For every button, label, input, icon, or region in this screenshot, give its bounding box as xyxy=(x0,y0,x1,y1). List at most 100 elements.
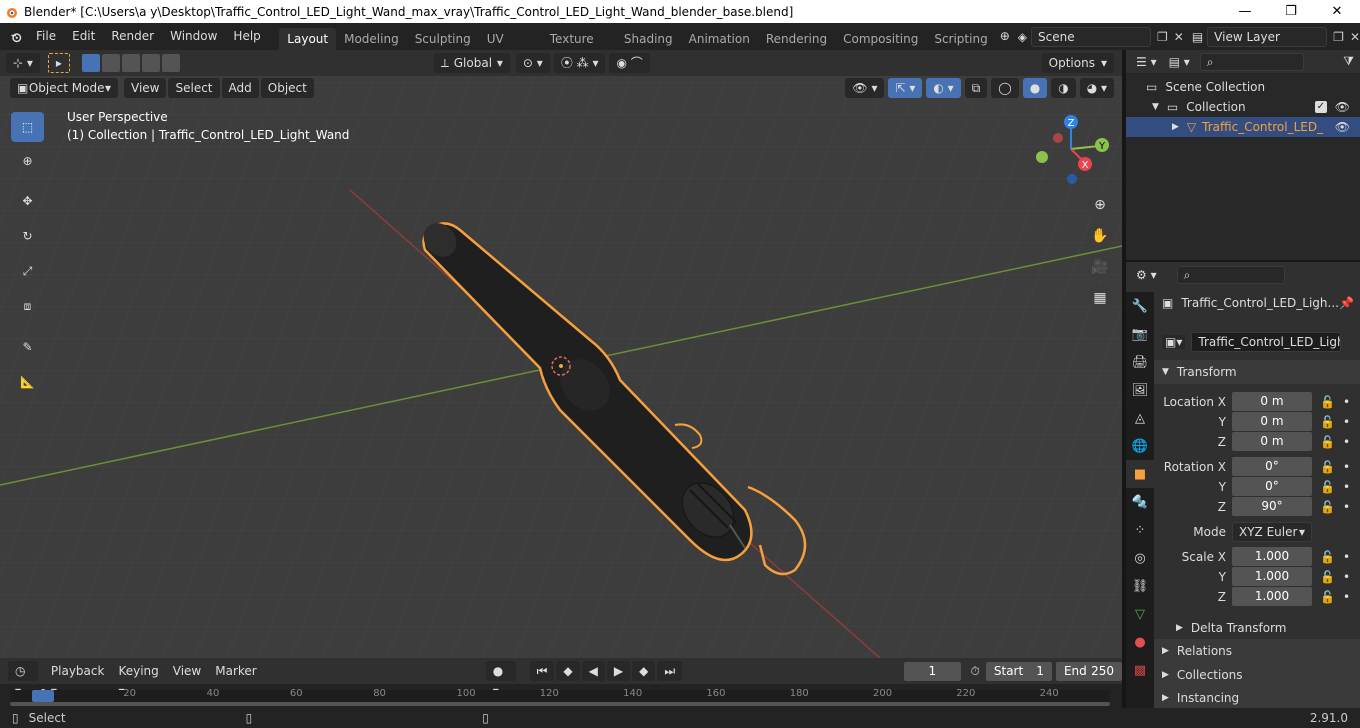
expand-arrow-icon[interactable]: ▼ xyxy=(1152,102,1159,112)
properties-search-input[interactable]: ⌕ xyxy=(1176,266,1285,284)
object-data-tab-icon[interactable]: ▽ xyxy=(1126,600,1154,628)
rotate-tool[interactable]: ↻ xyxy=(11,221,44,251)
texture-tab-icon[interactable]: ▩ xyxy=(1126,656,1154,684)
rotation-z-field[interactable]: 90° xyxy=(1232,497,1312,516)
material-tab-icon[interactable]: ● xyxy=(1126,628,1154,656)
shading-wireframe-icon[interactable]: ◯ xyxy=(991,78,1019,98)
move-tool[interactable]: ✥ xyxy=(11,186,44,216)
lock-icon[interactable]: 🔓 xyxy=(1320,570,1335,584)
select-mode-icon[interactable]: ▸ xyxy=(47,53,70,73)
keyframe-dot-icon[interactable]: • xyxy=(1343,500,1350,514)
delta-transform-subpanel[interactable]: ▶ Delta Transform xyxy=(1154,616,1286,640)
tab-scripting[interactable]: Scripting xyxy=(926,28,995,50)
transform-panel-header[interactable]: ▼ Transform xyxy=(1154,360,1360,384)
mode-new-icon[interactable] xyxy=(81,54,100,72)
auto-keying-icon[interactable]: ● ▾ xyxy=(485,661,516,698)
tab-rendering[interactable]: Rendering xyxy=(758,28,835,50)
instancing-panel-header[interactable]: ▶ Instancing xyxy=(1154,687,1360,708)
shading-rendered-icon[interactable]: ◕ ▾ xyxy=(1079,78,1114,98)
tab-uv-editing[interactable]: UV Editing xyxy=(479,28,542,68)
visibility-icon[interactable]: 👁 ▾ xyxy=(845,78,885,98)
play-reverse-icon[interactable]: ◀ xyxy=(581,661,605,681)
menu-file[interactable]: File xyxy=(28,23,64,50)
select-box-tool[interactable]: ⬚ xyxy=(11,112,44,142)
object-tab-icon[interactable]: ■ xyxy=(1126,460,1154,488)
shading-material-icon[interactable]: ◑ xyxy=(1051,78,1076,98)
lock-icon[interactable]: 🔓 xyxy=(1320,460,1335,474)
maximize-button[interactable]: ❐ xyxy=(1268,0,1314,23)
rotation-mode-dropdown[interactable]: XYZ Euler ▾ xyxy=(1232,522,1312,542)
pin-icon[interactable]: 📌 xyxy=(1339,296,1354,310)
object-browse-icon[interactable]: ▣▾ xyxy=(1162,335,1186,349)
viewport-menu-select[interactable]: Select xyxy=(168,78,220,98)
navigation-gizmo[interactable]: Z Y X xyxy=(1035,113,1115,193)
mode-invert-icon[interactable] xyxy=(141,54,160,72)
filter-icon[interactable]: ⧩ xyxy=(1343,54,1354,69)
viewport-menu-view[interactable]: View xyxy=(124,78,167,98)
tab-sculpting[interactable]: Sculpting xyxy=(407,28,479,50)
overlay-toggle-icon[interactable]: ◐ ▾ xyxy=(926,78,961,98)
proportional-edit-toggle[interactable]: ◉ ⌒ xyxy=(609,53,650,73)
mode-extend-icon[interactable] xyxy=(101,54,120,72)
ortho-grid-icon[interactable]: ▦ xyxy=(1087,285,1113,311)
keyframe-dot-icon[interactable]: • xyxy=(1343,435,1350,449)
lock-icon[interactable]: 🔓 xyxy=(1320,590,1335,604)
output-tab-icon[interactable]: 🖨 xyxy=(1126,348,1154,376)
keyframe-dot-icon[interactable]: • xyxy=(1343,590,1350,604)
location-x-field[interactable]: 0 m xyxy=(1232,392,1312,411)
measure-tool[interactable]: 📐 xyxy=(11,367,44,397)
lock-icon[interactable]: 🔓 xyxy=(1320,395,1335,409)
exclude-checkbox[interactable]: ✓ xyxy=(1314,101,1327,113)
visibility-eye-icon[interactable]: 👁 xyxy=(1335,100,1350,114)
lock-icon[interactable]: 🔓 xyxy=(1320,415,1335,429)
minimize-button[interactable]: — xyxy=(1222,0,1268,23)
object-mode-dropdown[interactable]: ▣ Object Mode ▾ xyxy=(10,78,118,98)
constraints-tab-icon[interactable]: ⛓ xyxy=(1126,572,1154,600)
collections-panel-header[interactable]: ▶ Collections xyxy=(1154,663,1360,687)
mode-intersect-icon[interactable] xyxy=(161,54,180,72)
new-scene-icon[interactable]: ❐ xyxy=(1157,30,1168,44)
location-z-field[interactable]: 0 m xyxy=(1232,432,1312,451)
world-tab-icon[interactable]: 🌐 xyxy=(1126,432,1154,460)
close-button[interactable]: ✕ xyxy=(1314,0,1360,23)
outliner-search-input[interactable]: ⌕ xyxy=(1199,52,1304,71)
gizmo-toggle-icon[interactable]: ⇱ ▾ xyxy=(888,78,923,98)
jump-end-icon[interactable]: ⏭ xyxy=(657,661,683,681)
outliner-scene-collection[interactable]: ▭ Scene Collection xyxy=(1146,77,1265,97)
3d-viewport[interactable]: ⬚ ⊕ ✥ ↻ ⤢ ⧈ ✎ 📐 User Perspective (1) Col… xyxy=(0,50,1122,658)
outliner-object-row[interactable]: ▶ ▽ Traffic_Control_LED_ 👁 xyxy=(1126,117,1360,137)
zoom-icon[interactable]: ⊕ xyxy=(1087,192,1113,218)
tab-compositing[interactable]: Compositing xyxy=(835,28,926,50)
expand-arrow-icon[interactable]: ▶ xyxy=(1172,122,1179,132)
timeline-menu-playback[interactable]: Playback ▾ xyxy=(44,661,112,698)
camera-view-icon[interactable]: 🎥 xyxy=(1087,254,1113,280)
transform-orientation-dropdown[interactable]: ⟂ Global ▾ xyxy=(433,53,510,73)
timeline-menu-marker[interactable]: Marker xyxy=(208,661,263,681)
properties-editor-icon[interactable]: ⚙ ▾ xyxy=(1136,268,1157,282)
timeline-menu-view[interactable]: View xyxy=(166,661,208,681)
outliner-collection[interactable]: ▼ ▭ Collection ✓ 👁 xyxy=(1152,97,1360,117)
tool-tab-icon[interactable]: 🔧 xyxy=(1126,292,1154,320)
editor-type-icon[interactable]: ⊹ ▾ xyxy=(6,53,40,73)
blender-menu-icon[interactable] xyxy=(10,29,22,45)
snap-toggle[interactable]: ⦿ ⁂ ▾ xyxy=(553,53,606,73)
tab-shading[interactable]: Shading xyxy=(616,28,681,50)
scene-tab-icon[interactable]: ◬ xyxy=(1126,404,1154,432)
tab-modeling[interactable]: Modeling xyxy=(336,28,407,50)
lock-icon[interactable]: 🔓 xyxy=(1320,550,1335,564)
object-name-field[interactable]: Traffic_Control_LED_Light_... xyxy=(1191,332,1342,352)
start-frame-field[interactable]: Start 1 xyxy=(985,661,1052,681)
shading-solid-icon[interactable]: ● xyxy=(1022,78,1048,98)
jump-keyframe-forward-icon[interactable]: ◆ xyxy=(632,661,656,681)
jump-keyframe-back-icon[interactable]: ◆ xyxy=(556,661,580,681)
view-layer-field[interactable]: View Layer xyxy=(1207,26,1328,47)
lock-icon[interactable]: 🔓 xyxy=(1320,435,1335,449)
display-mode-icon[interactable]: ▤ ▾ xyxy=(1169,55,1190,69)
mode-subtract-icon[interactable] xyxy=(121,54,140,72)
outliner-editor-icon[interactable]: ☰ ▾ xyxy=(1136,55,1157,69)
rotation-y-field[interactable]: 0° xyxy=(1232,477,1312,496)
playhead[interactable] xyxy=(32,690,54,702)
scale-tool[interactable]: ⤢ xyxy=(11,256,44,286)
new-view-layer-icon[interactable]: ❐ xyxy=(1333,30,1344,44)
menu-edit[interactable]: Edit xyxy=(64,23,103,50)
